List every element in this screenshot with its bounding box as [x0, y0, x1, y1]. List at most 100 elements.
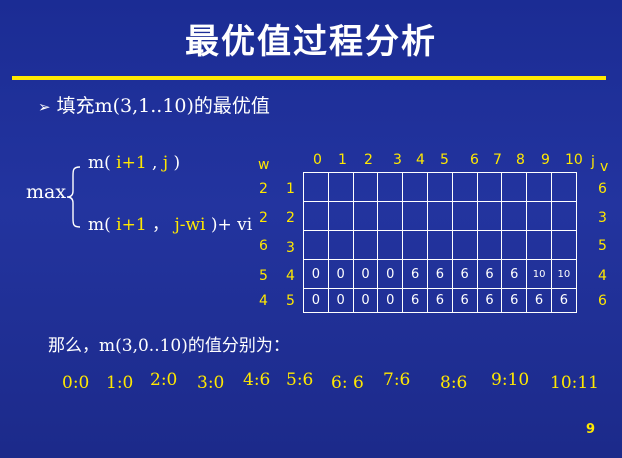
result-value: 5:6 — [286, 370, 314, 390]
page-number: 9 — [586, 422, 596, 437]
item-index-label: 4 — [286, 268, 295, 284]
table-cell: 0 — [327, 259, 354, 289]
table-cell — [501, 201, 528, 231]
table-cell — [402, 172, 428, 202]
table-cell: 6 — [451, 259, 478, 289]
table-cell: 6 — [426, 288, 453, 313]
table-cell — [451, 230, 478, 260]
result-value: 2:0 — [150, 370, 178, 390]
item-index-label: 2 — [286, 210, 295, 226]
value-label: 5 — [598, 238, 607, 254]
table-cell — [451, 172, 478, 202]
table-cell — [526, 172, 552, 202]
column-header-j: 0 — [313, 152, 322, 168]
value-label: 3 — [598, 210, 607, 226]
left-brace-icon — [66, 166, 81, 228]
summary-line: 那么，m(3,0..10)的值分别为： — [48, 331, 290, 356]
table-cell: 0 — [303, 259, 329, 289]
table-cell — [476, 230, 503, 260]
weight-label: 6 — [259, 238, 268, 254]
table-cell: 6 — [402, 288, 428, 313]
table-cell: 6 — [426, 259, 453, 289]
table-cell — [501, 230, 528, 260]
result-value: 1:0 — [106, 373, 134, 393]
bullet-tail: 的最优值 — [193, 95, 270, 117]
column-header-j: 2 — [364, 152, 373, 168]
table-cell — [352, 230, 379, 260]
table-cell — [402, 201, 428, 231]
dp-table: 0 0 0 0 6 6 6 6 6 10 10 0 0 0 0 6 6 6 6 6 6 6 — [303, 172, 577, 313]
bullet-lead: 填充 — [56, 95, 95, 117]
value-label: 4 — [598, 268, 607, 284]
item-index-label: 3 — [286, 240, 295, 256]
column-header-j: 8 — [516, 152, 525, 168]
j-header: j — [591, 154, 595, 170]
summary-expression: m(3,0..10) — [99, 336, 188, 356]
table-row — [303, 230, 577, 260]
result-value: 3:0 — [197, 373, 225, 393]
table-row: 00006666666 — [303, 288, 577, 313]
arrow-bullet-icon: ➢ — [38, 98, 51, 116]
table-cell — [327, 201, 354, 231]
formula-1-post: ) — [168, 153, 181, 173]
table-cell — [451, 201, 478, 231]
table-cell — [303, 172, 329, 202]
formula-1-pre: m( — [88, 153, 117, 173]
table-cell — [327, 230, 354, 260]
table-cell — [526, 201, 552, 231]
max-label: max — [26, 181, 67, 203]
table-cell: 0 — [327, 288, 354, 313]
table-cell — [352, 201, 379, 231]
v-header: v — [600, 159, 609, 175]
formula-2-pre: m( — [88, 215, 117, 235]
table-cell — [426, 172, 453, 202]
table-row — [303, 172, 577, 202]
table-cell — [377, 201, 404, 231]
result-value: 4:6 — [243, 370, 271, 390]
table-cell: 0 — [352, 288, 379, 313]
table-cell — [476, 172, 503, 202]
table-cell: 0 — [303, 288, 329, 313]
table-cell: 6 — [451, 288, 478, 313]
table-cell — [426, 230, 453, 260]
title-divider — [12, 76, 606, 80]
table-row: 0 0 0 0 6 6 6 6 6 10 10 — [303, 259, 577, 289]
result-value: 10:11 — [550, 373, 599, 393]
formula-line-1: m( i+1 , j ) — [88, 153, 180, 173]
formula-line-2: m( i+1 ， j-wi )+ vi — [88, 210, 252, 235]
column-header-j: 3 — [393, 152, 402, 168]
table-cell — [303, 230, 329, 260]
column-header-j: 5 — [440, 152, 449, 168]
formula-1-sep: , — [146, 153, 163, 173]
formula-2-index-i: i+1 — [116, 215, 147, 235]
table-cell — [402, 230, 428, 260]
table-cell: 10 — [550, 259, 577, 289]
table-cell: 10 — [526, 259, 552, 289]
result-value: 0:0 — [62, 373, 90, 393]
column-header-j: 10 — [565, 152, 583, 168]
value-label: 6 — [598, 181, 607, 197]
weight-label: 4 — [259, 293, 268, 309]
bullet-point: ➢ 填充m(3,1..10)的最优值 — [38, 91, 270, 118]
table-cell: 6 — [550, 288, 577, 313]
result-value: 7:6 — [383, 370, 411, 390]
summary-lead: 那么， — [48, 336, 99, 356]
w-header: w — [258, 157, 270, 173]
column-header-j: 6 — [470, 152, 479, 168]
result-value: 6: 6 — [331, 373, 364, 393]
table-cell: 6 — [476, 259, 503, 289]
formula-2-sep: ， — [146, 215, 175, 235]
table-cell: 0 — [352, 259, 379, 289]
table-cell — [501, 172, 528, 202]
table-cell — [352, 172, 379, 202]
table-cell — [377, 230, 404, 260]
table-cell: 6 — [526, 288, 552, 313]
bullet-expression: m(3,1..10) — [94, 95, 194, 117]
table-cell — [476, 201, 503, 231]
table-cell: 6 — [476, 288, 503, 313]
table-cell: 6 — [501, 288, 528, 313]
table-cell — [303, 201, 329, 231]
formula-2-index-j: j-wi — [174, 215, 206, 235]
table-cell — [426, 201, 453, 231]
weight-label: 5 — [259, 268, 268, 284]
